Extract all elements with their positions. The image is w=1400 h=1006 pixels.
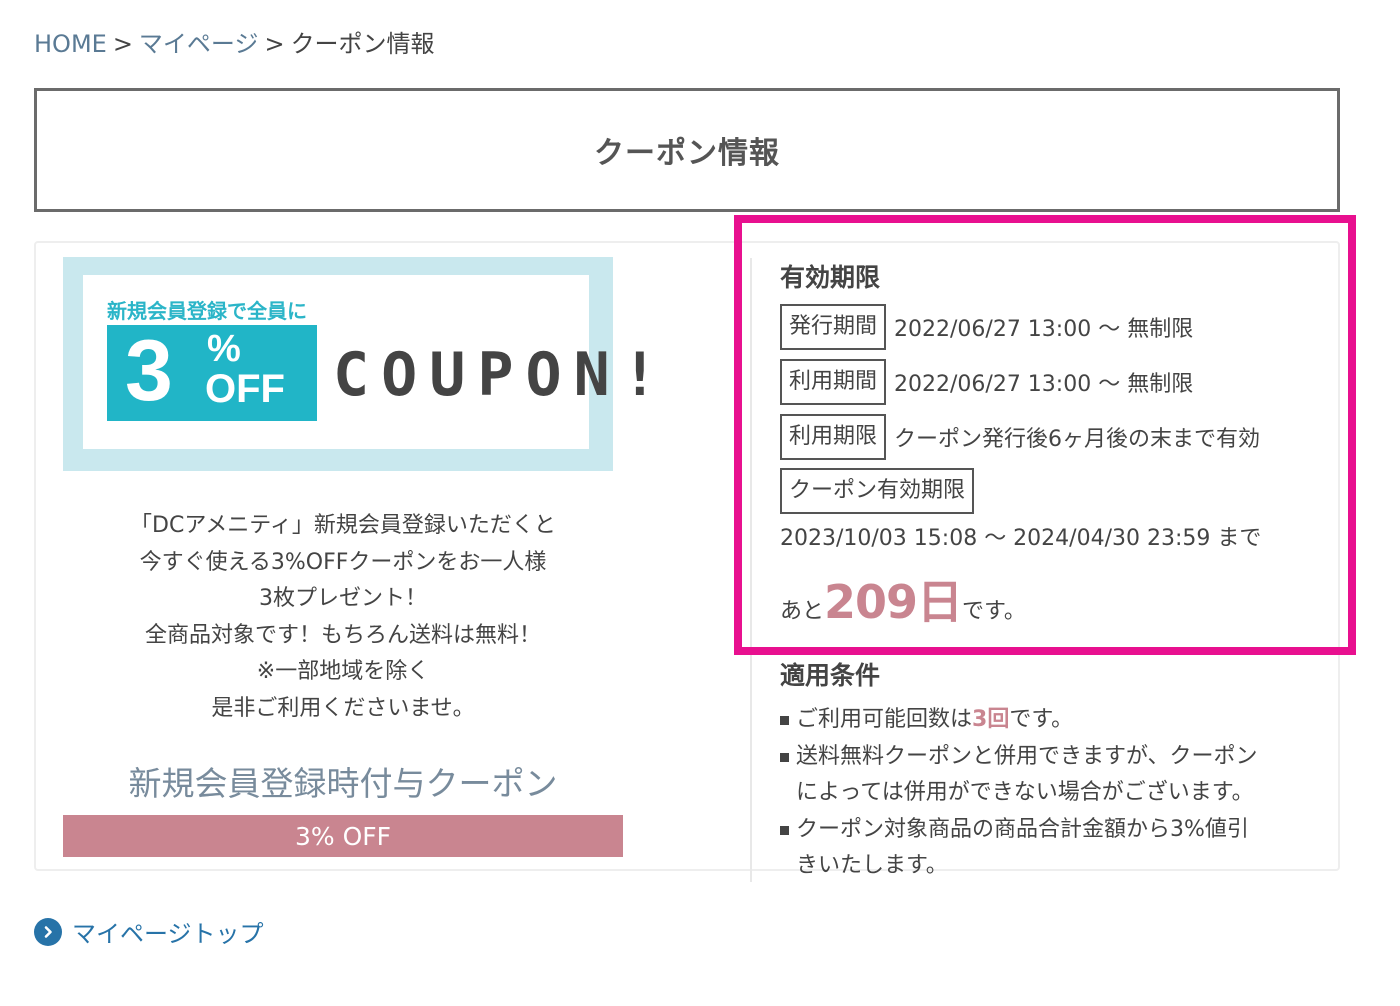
condition-text: ご利用可能回数は	[796, 707, 973, 732]
coupon-description: 「DCアメニティ」新規会員登録いただくと 今すぐ使える3%OFFクーポンをお一人…	[63, 508, 623, 727]
mypage-top-link[interactable]: マイページトップ	[34, 914, 264, 949]
usage-deadline-row: 利用期限 クーポン発行後6ヶ月後の末まで有効	[780, 414, 1260, 460]
issue-period-row: 発行期間 2022/06/27 13:00 〜 無制限	[780, 304, 1193, 350]
condition-text: きいたします。	[796, 853, 948, 878]
validity-heading: 有効期限	[780, 263, 881, 292]
condition-item: ご利用可能回数は3回です。	[780, 702, 1320, 739]
description-line: 今すぐ使える3%OFFクーポンをお一人様	[139, 549, 547, 575]
issue-period-value: 2022/06/27 13:00 〜 無制限	[894, 317, 1194, 342]
page-title-box: クーポン情報	[34, 88, 1340, 212]
usage-count: 3回	[972, 707, 1010, 732]
discount-badge: 3 % OFF	[107, 323, 317, 421]
description-line: 「DCアメニティ」新規会員登録いただくと	[130, 513, 556, 538]
conditions-heading: 適用条件	[780, 661, 881, 690]
condition-text: によっては併用ができない場合がございます。	[796, 780, 1254, 805]
discount-label-bar: 3% OFF	[63, 815, 623, 857]
coupon-validity-range: 2023/10/03 15:08 〜 2024/04/30 23:59 まで	[780, 526, 1262, 551]
conditions-list: ご利用可能回数は3回です。 送料無料クーポンと併用できますが、クーポン によっては…	[780, 702, 1320, 885]
column-divider	[750, 258, 752, 882]
usage-period-tag: 利用期間	[780, 359, 887, 405]
description-line: 3枚プレゼント！	[259, 586, 427, 611]
coupon-banner-image: 新規会員登録で全員に 3 % OFF COUPON!	[63, 257, 658, 471]
usage-deadline-tag: 利用期限	[780, 414, 887, 460]
breadcrumb-mypage-link[interactable]: マイページ	[139, 30, 259, 58]
description-line: 全商品対象です！もちろん送料は無料！	[144, 622, 541, 648]
conditions-section: 適用条件 ご利用可能回数は3回です。 送料無料クーポンと併用できますが、クーポン…	[780, 656, 1320, 885]
breadcrumb-separator: >	[264, 30, 285, 58]
condition-text: クーポン対象商品の商品合計金額から3%値引	[796, 816, 1249, 842]
condition-text: 送料無料クーポンと併用できますが、クーポン	[796, 743, 1258, 769]
breadcrumb-separator: >	[112, 30, 133, 58]
remaining-days: あと209日です。	[780, 566, 1026, 632]
usage-period-value: 2022/06/27 13:00 〜 無制限	[894, 372, 1194, 397]
remaining-prefix: あと	[780, 599, 825, 624]
validity-section: 有効期限 発行期間 2022/06/27 13:00 〜 無制限 利用期間 20…	[780, 258, 1320, 629]
badge-number: 3	[125, 323, 173, 419]
description-line: 是非ご利用くださいませ。	[211, 695, 475, 721]
banner-tagline: 新規会員登録で全員に	[107, 299, 307, 323]
description-line: ※一部地域を除く	[256, 659, 430, 684]
remaining-suffix: です。	[962, 599, 1026, 624]
mypage-top-label: マイページトップ	[72, 920, 264, 948]
usage-period-row: 利用期間 2022/06/27 13:00 〜 無制限	[780, 359, 1193, 405]
coupon-validity-row: クーポン有効期限	[780, 468, 975, 514]
usage-deadline-value: クーポン発行後6ヶ月後の末まで有効	[894, 427, 1261, 452]
banner-inner: 新規会員登録で全員に 3 % OFF COUPON!	[83, 275, 658, 449]
page-title: クーポン情報	[594, 136, 780, 171]
chevron-right-circle-icon	[34, 917, 62, 946]
condition-item: クーポン対象商品の商品合計金額から3%値引 きいたします。	[780, 812, 1320, 885]
coupon-validity-tag: クーポン有効期限	[780, 468, 975, 514]
breadcrumb-current: クーポン情報	[290, 30, 435, 58]
coupon-name: 新規会員登録時付与クーポン	[128, 764, 558, 803]
breadcrumb-home-link[interactable]: HOME	[34, 30, 107, 58]
remaining-days-count: 209日	[824, 575, 963, 629]
issue-period-tag: 発行期間	[780, 304, 887, 350]
badge-percent: %	[207, 328, 241, 370]
banner-coupon-text: COUPON!	[333, 340, 670, 410]
condition-text: です。	[1009, 707, 1074, 732]
condition-item: 送料無料クーポンと併用できますが、クーポン によっては併用ができない場合がございま…	[780, 739, 1320, 812]
badge-off: OFF	[205, 367, 285, 411]
breadcrumb: HOME > マイページ > クーポン情報	[34, 24, 435, 59]
